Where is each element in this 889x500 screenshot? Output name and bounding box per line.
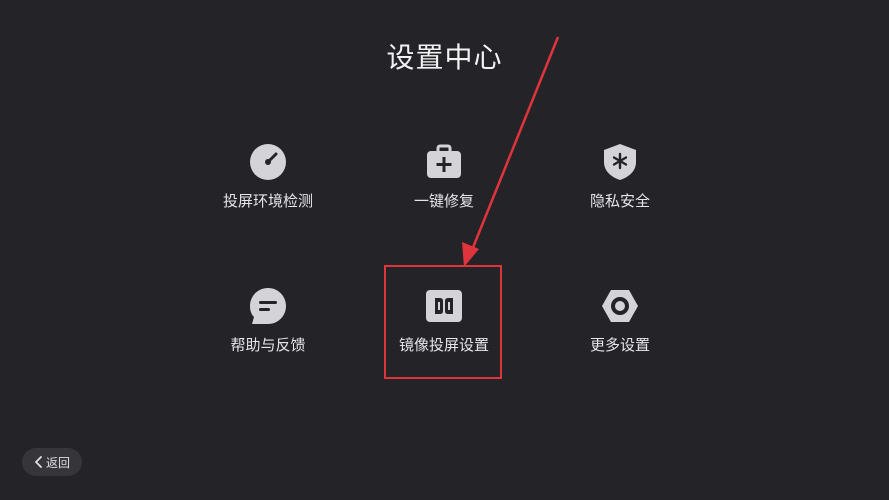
back-button-label: 返回 [45,455,70,470]
tile-one-click-repair[interactable]: 一键修复 [369,142,519,242]
shield-icon [604,144,636,180]
page-title: 设置中心 [386,41,503,74]
tile-cast-environment-check[interactable]: 投屏环境检测 [193,142,343,242]
first-aid-kit-icon [427,144,461,178]
hex-gear-icon [602,290,638,322]
chat-bubble-icon [250,288,286,324]
mirror-cast-icon [426,290,462,322]
tile-label: 镜像投屏设置 [398,336,489,354]
tile-label: 帮助与反馈 [230,336,306,354]
tile-label: 投屏环境检测 [222,192,313,210]
settings-center-screen: 设置中心 投屏环境检测 一键修复 隐私安全 帮助与反馈 镜像投屏设置 更多设置 … [0,0,889,500]
tile-mirror-cast-settings[interactable]: 镜像投屏设置 [369,286,519,386]
tile-more-settings[interactable]: 更多设置 [545,286,695,386]
speedometer-icon [250,144,286,180]
tile-help-feedback[interactable]: 帮助与反馈 [193,286,343,386]
chevron-left-icon [35,456,42,468]
tile-label: 一键修复 [413,192,474,210]
tile-label: 更多设置 [589,336,650,354]
tile-privacy-security[interactable]: 隐私安全 [545,142,695,242]
tile-label: 隐私安全 [589,192,650,210]
back-button[interactable]: 返回 [22,448,82,476]
